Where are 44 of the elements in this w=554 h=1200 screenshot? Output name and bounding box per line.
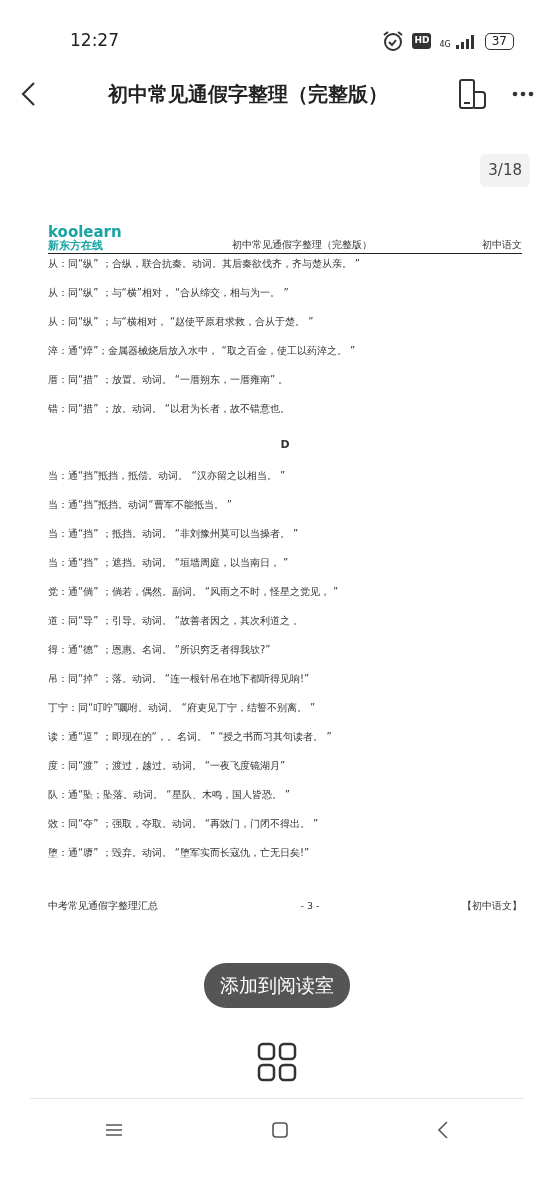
add-to-reading-room-button[interactable]: 添加到阅读室: [204, 963, 350, 1008]
entry-text: 得：通“德” ；恩惠。名词。 “所识穷乏者得我欤?”: [48, 644, 272, 657]
entry-text: 队：通“坠；坠落。动词。 “星队、木鸣，国人皆恐。 ”: [48, 789, 291, 802]
entry-text: 道：同“导” ；引导。动词。 “故善者因之，其次利道之 。: [48, 615, 305, 628]
entry-text: 当：通“挡” ；抵挡。动词。 “非刘豫州莫可以当操者。 ”: [48, 528, 300, 541]
grid-icon[interactable]: [257, 1041, 297, 1082]
entry-text: 读：通“逗” ；即现在的“，。名词。 ” “授之书而习其句读者。 ”: [48, 731, 333, 744]
logo-subtitle: 新东方在线: [48, 239, 104, 252]
entry-text: 度：同“渡” ；渡过，越过。动词。 “一夜飞度镜湖月”: [48, 760, 287, 773]
document-title: 初中常见通假字整理（完整版）: [108, 81, 388, 108]
menu-icon[interactable]: [104, 1123, 123, 1138]
network-type: 4G: [439, 41, 451, 49]
entry-text: 厝：同“措” ；放置。动词。 “一厝朔东，一厝雍南” 。: [48, 373, 290, 386]
entry-text: 党：通“倘” ；倘若，偶然。副词。 “风雨之不时，怪星之党见， ”: [48, 586, 340, 599]
footer-subject: 【初中语文】: [462, 899, 522, 914]
more-icon[interactable]: [512, 91, 534, 97]
signal-icon: [454, 33, 477, 49]
entry-text: 堕：通“隳” ；毁弃。动词。 “堕军实而长寇仇，亡无日矣!”: [48, 847, 311, 860]
phone-rotate-icon[interactable]: [458, 78, 488, 110]
entry-text: 当：通“挡”抵挡。动词“曹军不能抵当。 ”: [48, 499, 233, 512]
section-heading: D: [279, 436, 291, 453]
entry-text: 淬：通“焠”；金属器械烧后放入水中， “取之百金，使工以药淬之。 ”: [48, 344, 357, 357]
entry-text: 从：同“纵” ；与“横”相对， “合从缔交，相与为一。 ”: [48, 286, 290, 299]
header-subject: 初中语文: [482, 237, 522, 252]
battery-level: 37: [484, 32, 514, 50]
entry-text: 丁宁：同“叮咛”嘱咐。动词。 “府吏见丁宁，结誓不别离。 ”: [48, 702, 317, 715]
entry-text: 从：同“纵” ；与“横相对， “赵使平原君求救，合从于楚。 ”: [48, 315, 315, 328]
entry-text: 吊：同“掉” ；落。动词。 “连一根针吊在地下都听得见响!”: [48, 673, 311, 686]
header-title: 初中常见通假字整理（完整版）: [231, 237, 372, 252]
logo-wordmark: koolearn: [48, 224, 122, 240]
home-square-icon[interactable]: [272, 1122, 288, 1139]
entry-text: 当：通“挡” ；遮挡。动词。 “垣墙周庭，以当南日， ”: [48, 557, 290, 570]
entry-text: 敚：同“夺” ；强取，夺取。动词。 “再敚门，门闭不得出。 ”: [48, 818, 320, 831]
entry-text: 错：同“措” ；放。动词。 “以君为长者，故不错意也。: [48, 402, 291, 415]
page-indicator: 3/18: [480, 154, 530, 187]
back-nav-icon[interactable]: [437, 1121, 450, 1140]
clock-time: 12:27: [70, 29, 119, 53]
entry-text: 从：同“纵” ；合纵，联合抗秦。动词。其后秦欲伐齐，齐与楚从亲。 ”: [48, 257, 361, 270]
footer-text: 中考常见通假字整理汇总: [48, 899, 158, 914]
hd-indicator: HD: [412, 33, 432, 49]
alarm-clock-icon: [382, 30, 405, 52]
page-number: - 3 -: [300, 899, 320, 914]
entry-text: 当：通“挡”抵挡，抵偿。动词。 “汉亦留之以相当。 ”: [48, 470, 287, 483]
back-icon[interactable]: [20, 81, 38, 107]
